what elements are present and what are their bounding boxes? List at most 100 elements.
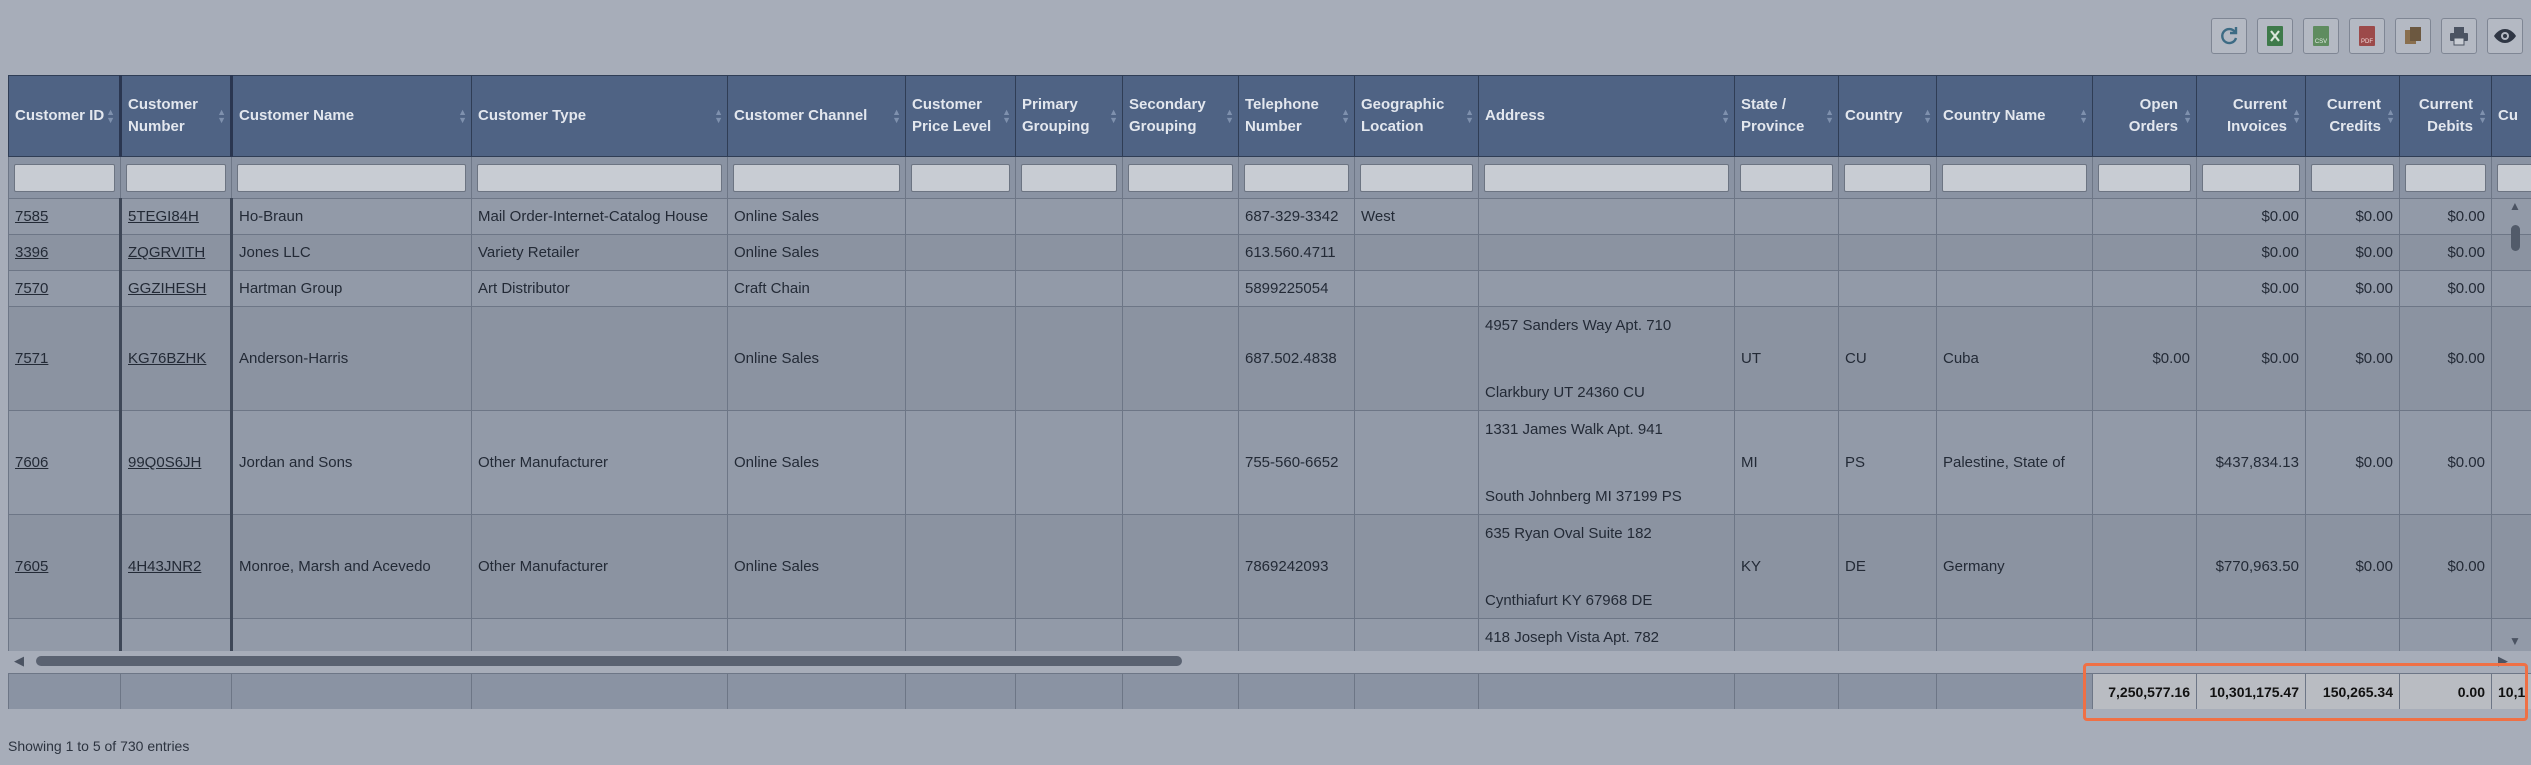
print-button[interactable] [2441,18,2477,54]
credits-cell: $0.00 [2305,306,2400,411]
filter-input-primary-grouping[interactable] [1021,163,1117,192]
table-row[interactable]: 7606 99Q0S6JH Jordan and Sons Other Manu… [8,410,2531,515]
telephone-cell: 5899225054 [1238,270,1355,307]
scroll-up-icon[interactable]: ▲ [2509,199,2521,213]
telephone-cell: 687-329-3342 [1238,198,1355,235]
debits-cell: $0.00 [2399,514,2492,619]
col-header-geographic-location[interactable]: Geographic Location ▲ ▼ [1354,75,1479,157]
customer-channel-cell: Online Sales [727,306,906,411]
filter-input-customer-type[interactable] [477,163,722,192]
col-header-current-credits[interactable]: Current Credits ▲ ▼ [2305,75,2400,157]
filter-input-next[interactable] [2497,163,2531,192]
col-header-open-orders[interactable]: Open Orders ▲ ▼ [2092,75,2197,157]
table-row[interactable]: 7571 KG76BZHK Anderson-Harris Online Sal… [8,306,2531,411]
customer-name-cell: Hartman Group [231,270,472,307]
col-header-telephone-number[interactable]: Telephone Number ▲ ▼ [1238,75,1355,157]
customer-type-cell: Other Manufacturer [471,514,728,619]
col-header-next[interactable]: Cu [2491,75,2531,157]
col-header-current-debits[interactable]: Current Debits ▲ ▼ [2399,75,2492,157]
filter-input-customer-channel[interactable] [733,163,900,192]
column-visibility-button[interactable] [2487,18,2523,54]
horizontal-scroll-thumb[interactable] [36,656,1182,666]
customer-channel-cell: Online Sales [727,198,906,235]
pdf-export-button[interactable]: PDF [2349,18,2385,54]
sort-icon: ▲ ▼ [892,107,901,125]
col-header-address[interactable]: Address ▲ ▼ [1478,75,1735,157]
filter-input-customer-number[interactable] [126,163,226,192]
customer-id-link[interactable]: 7585 [15,208,48,225]
filter-input-telephone-number[interactable] [1244,163,1349,192]
table-row[interactable]: 418 Joseph Vista Apt. 782 [8,618,2531,651]
filter-input-current-debits[interactable] [2405,163,2486,192]
col-header-customer-name[interactable]: Customer Name ▲ ▼ [231,75,472,157]
table-row[interactable]: 7570 GGZIHESH Hartman Group Art Distribu… [8,270,2531,307]
col-header-primary-grouping[interactable]: Primary Grouping ▲ ▼ [1015,75,1123,157]
invoices-cell: $0.00 [2196,306,2306,411]
col-header-country[interactable]: Country ▲ ▼ [1838,75,1937,157]
sort-icon: ▲ ▼ [106,107,115,125]
filter-input-current-invoices[interactable] [2202,163,2300,192]
table-row[interactable]: 7585 5TEGI84H Ho-Braun Mail Order-Intern… [8,198,2531,235]
open-orders-cell [2092,410,2197,515]
address-line-2: Cynthiafurt KY 67968 DE [1485,591,1653,609]
filter-input-open-orders[interactable] [2098,163,2191,192]
col-header-customer-channel[interactable]: Customer Channel ▲ ▼ [727,75,906,157]
customer-id-link[interactable]: 7570 [15,280,48,297]
customer-id-link[interactable]: 7605 [15,558,48,575]
filter-input-address[interactable] [1484,163,1729,192]
country-cell: CU [1838,306,1937,411]
filter-input-secondary-grouping[interactable] [1128,163,1233,192]
credits-cell: $0.00 [2305,410,2400,515]
table-row[interactable]: 7605 4H43JNR2 Monroe, Marsh and Acevedo … [8,514,2531,619]
col-header-customer-id[interactable]: Customer ID ▲ ▼ [8,75,122,157]
customer-name-cell: Ho-Braun [231,198,472,235]
customer-number-link[interactable]: GGZIHESH [128,280,206,297]
customer-type-cell: Mail Order-Internet-Catalog House [471,198,728,235]
customer-type-cell: Art Distributor [471,270,728,307]
copy-button[interactable] [2395,18,2431,54]
scroll-left-icon[interactable]: ◀ [14,653,24,669]
refresh-button[interactable] [2211,18,2247,54]
customer-number-link[interactable]: 99Q0S6JH [128,454,201,471]
sort-icon: ▲ ▼ [2478,107,2487,125]
col-header-current-invoices[interactable]: Current Invoices ▲ ▼ [2196,75,2306,157]
customer-number-link[interactable]: KG76BZHK [128,350,206,367]
col-header-state-province[interactable]: State / Province ▲ ▼ [1734,75,1839,157]
scroll-down-icon[interactable]: ▼ [2509,634,2521,648]
col-header-customer-price-level[interactable]: Customer Price Level ▲ ▼ [905,75,1016,157]
col-header-secondary-grouping[interactable]: Secondary Grouping ▲ ▼ [1122,75,1239,157]
debits-cell: $0.00 [2399,198,2492,235]
filter-input-customer-price-level[interactable] [911,163,1010,192]
vertical-scrollbar[interactable]: ▲ ▼ [2508,195,2523,650]
customer-id-link[interactable]: 3396 [15,244,48,261]
customer-id-link[interactable]: 7606 [15,454,48,471]
address-cell: 4957 Sanders Way Apt. 710 Clarkbury UT 24… [1478,306,1735,411]
country-name-cell [1936,234,2093,271]
filter-input-country[interactable] [1844,163,1931,192]
col-header-customer-number[interactable]: Customer Number ▲ ▼ [120,75,233,157]
vertical-scroll-thumb[interactable] [2511,225,2520,251]
sort-icon: ▲ ▼ [2079,107,2088,125]
address-line-1: 1331 James Walk Apt. 941 [1485,420,1663,438]
customer-number-link[interactable]: 4H43JNR2 [128,558,201,575]
state-cell: MI [1734,410,1839,515]
filter-input-customer-id[interactable] [14,163,115,192]
filter-input-customer-name[interactable] [237,163,466,192]
filter-input-state-province[interactable] [1740,163,1833,192]
filter-input-geographic-location[interactable] [1360,163,1473,192]
col-header-country-name[interactable]: Country Name ▲ ▼ [1936,75,2093,157]
filter-input-country-name[interactable] [1942,163,2087,192]
copy-icon [2405,27,2421,44]
address-cell [1478,234,1735,271]
col-header-customer-type[interactable]: Customer Type ▲ ▼ [471,75,728,157]
customer-grid: Customer ID ▲ ▼ Customer Number ▲ ▼ Customer… [8,75,2531,651]
customer-channel-cell: Online Sales [727,410,906,515]
customer-number-link[interactable]: 5TEGI84H [128,208,199,225]
filter-input-current-credits[interactable] [2311,163,2394,192]
customer-id-link[interactable]: 7571 [15,350,48,367]
country-cell [1838,270,1937,307]
table-row[interactable]: 3396 ZQGRVITH Jones LLC Variety Retailer… [8,234,2531,271]
excel-export-button[interactable] [2257,18,2293,54]
csv-export-button[interactable]: CSV [2303,18,2339,54]
customer-number-link[interactable]: ZQGRVITH [128,244,205,261]
